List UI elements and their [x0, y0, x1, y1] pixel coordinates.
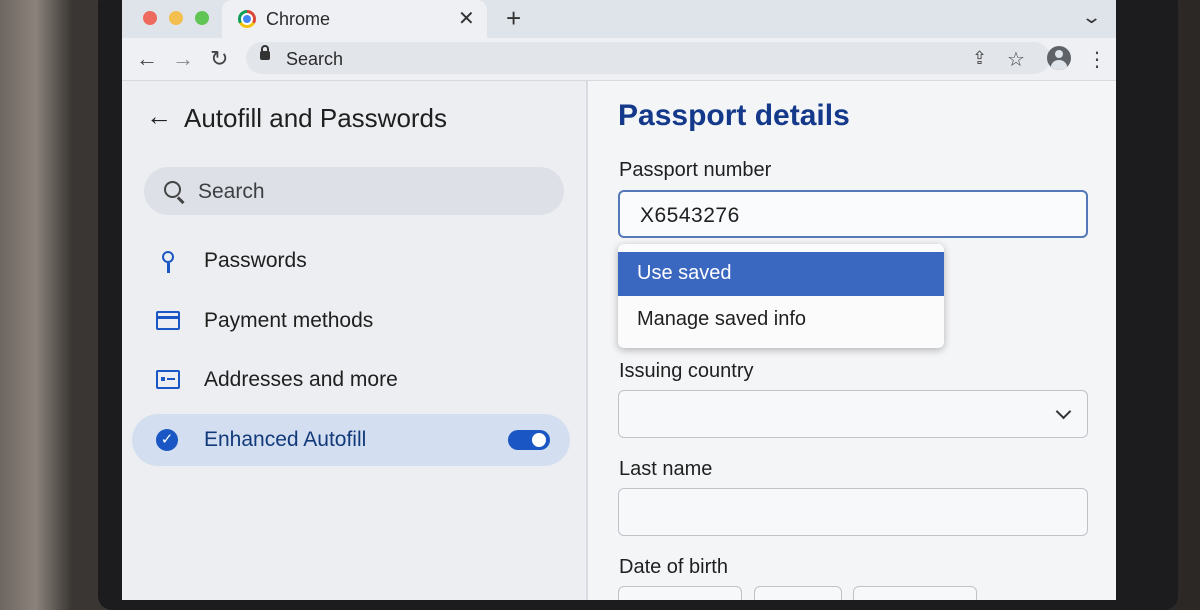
dob-day-input[interactable]: [618, 586, 742, 600]
window-minimize-button[interactable]: [169, 11, 183, 25]
settings-title: Autofill and Passwords: [184, 103, 448, 133]
sidebar-item-label: Passwords: [204, 249, 307, 272]
manage-saved-info-option[interactable]: Manage saved info: [618, 298, 944, 342]
browser-toolbar: ← → ↻ Search ⇪ ☆ ⋮: [122, 38, 1116, 81]
tab-close-icon[interactable]: ✕: [458, 6, 475, 31]
window-close-button[interactable]: [143, 11, 157, 25]
key-icon: [162, 251, 174, 273]
address-bar-text: Search: [286, 49, 344, 69]
share-icon[interactable]: ⇪: [972, 48, 987, 69]
address-bar[interactable]: Search: [246, 42, 1050, 74]
dob-year-input[interactable]: [853, 586, 977, 600]
sidebar-item-label: Enhanced Autofill: [204, 428, 367, 451]
tab-search-chevron-icon[interactable]: ⌄: [1081, 7, 1102, 28]
issuing-country-select[interactable]: [618, 390, 1088, 438]
new-tab-icon[interactable]: +: [506, 3, 521, 34]
autofill-suggestion-menu: Use saved Manage saved info: [618, 244, 944, 348]
reload-icon[interactable]: ↻: [210, 46, 228, 72]
sidebar-item-payment-methods[interactable]: Payment methods: [132, 295, 570, 347]
settings-sidebar: ← Autofill and Passwords Search Password…: [122, 81, 586, 600]
id-card-icon: [156, 370, 180, 389]
tab-title: Chrome: [266, 9, 331, 29]
sidebar-item-passwords[interactable]: Passwords: [132, 235, 570, 287]
sidebar-item-enhanced-autofill[interactable]: ✓ Enhanced Autofill: [132, 414, 570, 466]
date-of-birth-label: Date of birth: [619, 556, 728, 578]
sidebar-item-label: Payment methods: [204, 309, 374, 332]
use-saved-option[interactable]: Use saved: [618, 252, 944, 296]
tab-chrome[interactable]: Chrome ✕: [222, 0, 487, 38]
settings-search-input[interactable]: Search: [144, 167, 564, 215]
last-name-input[interactable]: [618, 488, 1088, 536]
dob-month-input[interactable]: [754, 586, 842, 600]
tab-strip: Chrome ✕ + ⌄: [122, 0, 1116, 38]
checkmark-shield-icon: ✓: [156, 429, 178, 451]
window-maximize-button[interactable]: [195, 11, 209, 25]
passport-form: Passport details Passport number X654327…: [588, 81, 1116, 600]
passport-number-value: X6543276: [640, 204, 740, 227]
credit-card-icon: [156, 311, 180, 330]
back-arrow-icon[interactable]: ←: [136, 46, 158, 72]
last-name-label: Last name: [619, 458, 713, 480]
forward-arrow-icon[interactable]: →: [172, 46, 194, 72]
bookmark-star-icon[interactable]: ☆: [1007, 47, 1025, 72]
lock-icon: [260, 45, 270, 60]
search-placeholder: Search: [198, 180, 265, 203]
sidebar-item-addresses[interactable]: Addresses and more: [132, 354, 570, 406]
issuing-country-label: Issuing country: [619, 360, 754, 382]
chevron-down-icon: [1055, 403, 1072, 420]
browser-window: Chrome ✕ + ⌄ ← → ↻ Search ⇪ ☆ ⋮ ← Autofi…: [122, 0, 1116, 600]
profile-avatar-icon[interactable]: [1047, 46, 1071, 70]
chrome-logo-icon: [238, 10, 256, 28]
passport-number-input[interactable]: X6543276: [618, 190, 1088, 238]
form-title: Passport details: [618, 99, 850, 132]
menu-kebab-icon[interactable]: ⋮: [1087, 47, 1107, 72]
sidebar-item-label: Addresses and more: [204, 368, 398, 391]
passport-number-label: Passport number: [619, 159, 772, 181]
search-icon: [164, 181, 181, 198]
enhanced-autofill-toggle[interactable]: [508, 430, 550, 450]
settings-back-icon[interactable]: ←: [146, 101, 172, 132]
